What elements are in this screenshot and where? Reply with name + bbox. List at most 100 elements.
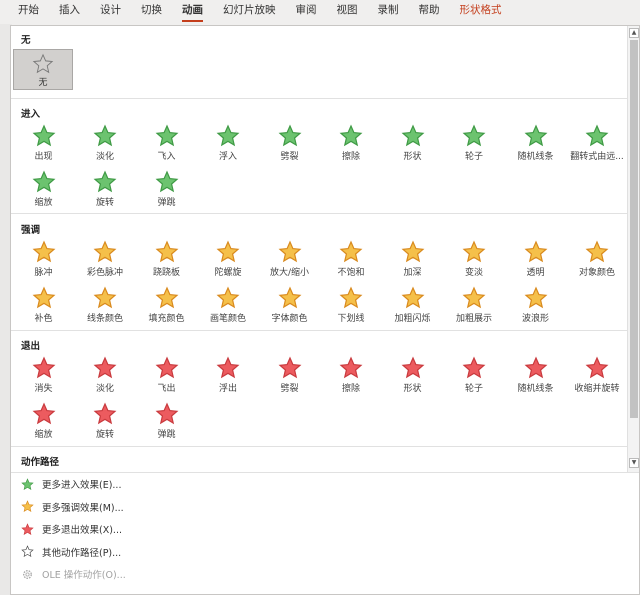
emphasis-effect[interactable]: 填充颜色 [136, 284, 197, 328]
exit-star-icon [401, 356, 424, 379]
entrance-effect[interactable]: 飞入 [136, 122, 197, 166]
entrance-effect[interactable]: 浮入 [198, 122, 259, 166]
entrance-effect[interactable]: 轮子 [444, 122, 505, 166]
emphasis-effect[interactable]: 画笔颜色 [198, 284, 259, 328]
exit-effect[interactable]: 弹跳 [136, 400, 197, 444]
emphasis-effect[interactable]: 放大/缩小 [259, 238, 320, 282]
scrollbar-thumb[interactable] [630, 40, 638, 418]
effect-label: 飞入 [157, 152, 176, 162]
exit-effect[interactable]: 收缩并旋转 [567, 354, 628, 398]
entrance-effect[interactable]: 弹跳 [136, 168, 197, 212]
menu-item[interactable]: OLE 操作动作(O)... [11, 563, 639, 586]
exit-effect[interactable]: 轮子 [444, 354, 505, 398]
exit-star-icon [32, 356, 55, 379]
divider [11, 98, 628, 99]
scroll-up-button[interactable]: ▲ [629, 28, 639, 38]
entrance-effect[interactable]: 旋转 [75, 168, 136, 212]
ribbon-tab[interactable]: 录制 [368, 0, 409, 24]
entrance-star-icon [32, 124, 55, 147]
exit-effect[interactable]: 劈裂 [259, 354, 320, 398]
menu-item[interactable]: 更多强调效果(M)... [11, 496, 639, 519]
entrance-star-icon [155, 170, 178, 193]
animation-none-label: 无 [38, 78, 48, 88]
entrance-star-icon [524, 124, 547, 147]
emphasis-effect[interactable]: 下划线 [321, 284, 382, 328]
exit-effect[interactable]: 缩放 [13, 400, 74, 444]
emphasis-effect[interactable]: 跷跷板 [136, 238, 197, 282]
effect-label: 轮子 [464, 384, 483, 394]
emphasis-star-icon [93, 240, 117, 263]
effect-label: 随机线条 [517, 384, 554, 394]
emphasis-effect[interactable]: 补色 [13, 284, 74, 328]
section-header-emphasis: 强调 [21, 225, 41, 236]
exit-effect[interactable]: 擦除 [321, 354, 382, 398]
entrance-effect[interactable]: 出现 [13, 122, 74, 166]
effect-label: 劈裂 [280, 152, 299, 162]
entrance-effect[interactable]: 随机线条 [505, 122, 566, 166]
gear-icon [23, 569, 32, 579]
emphasis-effect[interactable]: 不饱和 [321, 238, 382, 282]
effect-label: 飞出 [157, 384, 176, 394]
emphasis-effect[interactable]: 线条颜色 [75, 284, 136, 328]
ribbon-tab[interactable]: 设计 [90, 0, 131, 24]
entrance-effect[interactable]: 劈裂 [259, 122, 320, 166]
emphasis-effect[interactable]: 彩色脉冲 [75, 238, 136, 282]
exit-effect[interactable]: 消失 [13, 354, 74, 398]
scroll-down-button[interactable]: ▼ [629, 458, 639, 468]
effect-label: 加粗闪烁 [394, 314, 431, 324]
ribbon-tab[interactable]: 幻灯片放映 [213, 0, 286, 24]
entrance-star-icon [278, 124, 301, 147]
exit-effect[interactable]: 旋转 [75, 400, 136, 444]
exit-star-icon [93, 402, 117, 425]
ribbon-tab[interactable]: 动画 [172, 0, 213, 24]
ribbon-tab[interactable]: 切换 [131, 0, 172, 24]
exit-effect[interactable]: 淡化 [75, 354, 136, 398]
entrance-star-icon [93, 124, 117, 147]
emphasis-effect[interactable]: 加深 [382, 238, 443, 282]
ribbon-tab[interactable]: 插入 [49, 0, 90, 24]
entrance-effect[interactable]: 翻转式由远... [567, 122, 628, 166]
effect-label: 补色 [34, 314, 53, 324]
exit-effect[interactable]: 浮出 [198, 354, 259, 398]
menu-item[interactable]: 更多退出效果(X)... [11, 518, 639, 541]
exit-effect[interactable]: 形状 [382, 354, 443, 398]
entrance-effect[interactable]: 擦除 [321, 122, 382, 166]
ribbon-tab[interactable]: 帮助 [409, 0, 450, 24]
emphasis-effect[interactable]: 加粗展示 [444, 284, 505, 328]
ribbon-tab[interactable]: 视图 [327, 0, 368, 24]
emphasis-effect[interactable]: 波浪形 [505, 284, 566, 328]
effect-label: 脉冲 [34, 268, 53, 278]
entrance-effect[interactable]: 形状 [382, 122, 443, 166]
effect-label: 翻转式由远... [570, 152, 624, 162]
section-header-exit: 退出 [21, 341, 41, 352]
animation-none[interactable]: 无 [13, 49, 73, 90]
ribbon-tab[interactable]: 开始 [8, 0, 49, 24]
menu-item[interactable]: 更多进入效果(E)... [11, 473, 639, 496]
emphasis-effect[interactable]: 对象颜色 [567, 238, 628, 282]
ribbon-tab[interactable]: 审阅 [286, 0, 327, 24]
gallery-scrollbar[interactable]: ▲ ▼ [627, 26, 639, 472]
emphasis-star-icon [93, 286, 117, 309]
effect-label: 浮出 [218, 384, 237, 394]
emphasis-effect[interactable]: 脉冲 [13, 238, 74, 282]
exit-effect[interactable]: 飞出 [136, 354, 197, 398]
effect-label: 波浪形 [521, 314, 549, 324]
emphasis-effect[interactable]: 陀螺旋 [198, 238, 259, 282]
emphasis-effect[interactable]: 变淡 [444, 238, 505, 282]
animation-gallery: 无 无 进入 出现 淡化 飞入 浮入 劈裂 擦除 形状 轮子 随机线条 翻转式由远... 缩放 旋转弹… [11, 26, 628, 472]
ribbon-tab[interactable]: 形状格式 [450, 0, 512, 24]
exit-effect[interactable]: 随机线条 [505, 354, 566, 398]
entrance-star-icon [21, 478, 34, 490]
emphasis-star-icon [339, 286, 363, 309]
emphasis-effect[interactable]: 加粗闪烁 [382, 284, 443, 328]
entrance-effect[interactable]: 淡化 [75, 122, 136, 166]
entrance-star-icon [32, 170, 55, 193]
emphasis-effect[interactable]: 透明 [505, 238, 566, 282]
exit-star-icon [585, 356, 609, 379]
entrance-star-icon [155, 124, 178, 147]
menu-item[interactable]: 其他动作路径(P)... [11, 541, 639, 564]
entrance-effect[interactable]: 缩放 [13, 168, 74, 212]
emphasis-star-icon [401, 286, 424, 309]
menu-item-label: OLE 操作动作(O)... [42, 570, 126, 582]
emphasis-effect[interactable]: 字体颜色 [259, 284, 320, 328]
